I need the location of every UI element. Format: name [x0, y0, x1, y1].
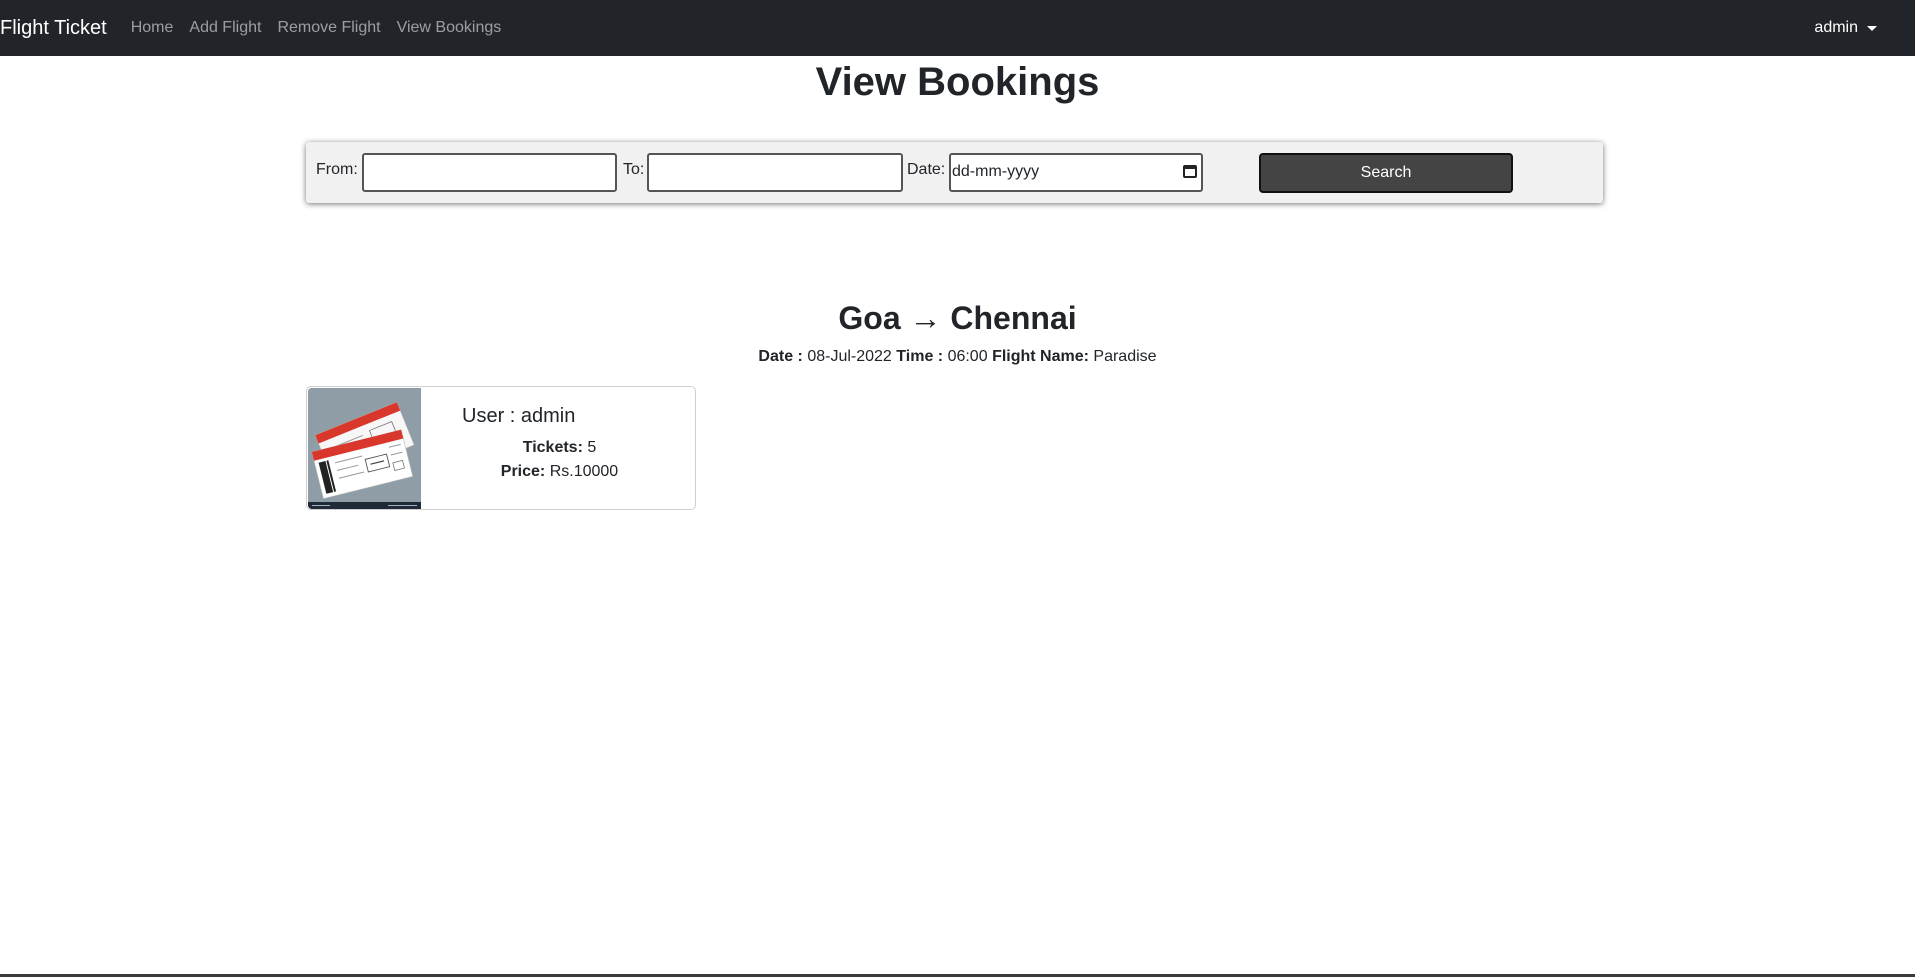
flight-name-label: Flight Name: [992, 348, 1089, 365]
top-navbar: Flight Ticket Home Add Flight Remove Fli… [0, 0, 1915, 56]
nav-link-add-flight[interactable]: Add Flight [189, 19, 261, 37]
booking-user: User : admin [462, 405, 576, 427]
tickets-line: Tickets: 5 [422, 439, 695, 457]
date-label: Date: [907, 161, 946, 178]
caret-down-icon [1867, 25, 1877, 31]
route-title: Goa → Chennai [838, 300, 1077, 336]
nav-link-remove-flight[interactable]: Remove Flight [277, 19, 380, 37]
page-title: View Bookings [815, 60, 1100, 104]
from-input[interactable] [362, 153, 617, 192]
search-panel: From: To: Date: dd-mm-yyyy Search [306, 142, 1603, 203]
from-label: From: [316, 161, 358, 178]
nav-links: Home Add Flight Remove Flight View Booki… [131, 19, 518, 37]
flight-meta: Date : 08-Jul-2022 Time : 06:00 Flight N… [0, 348, 1915, 366]
price-value: Rs.10000 [549, 463, 619, 480]
time-meta-value: 06:00 [947, 348, 988, 365]
date-input[interactable]: dd-mm-yyyy [949, 153, 1203, 192]
user-name: admin [1814, 19, 1858, 36]
ticket-image [308, 388, 421, 509]
date-meta-value: 08-Jul-2022 [807, 348, 892, 365]
price-line: Price: Rs.10000 [422, 463, 695, 481]
flight-name-value: Paradise [1093, 348, 1157, 365]
brand-link[interactable]: Flight Ticket [0, 17, 131, 40]
user-dropdown[interactable]: admin [1814, 0, 1877, 56]
booking-card: User : admin Tickets: 5 Price: Rs.10000 [306, 386, 696, 510]
to-input[interactable] [647, 153, 903, 192]
date-meta-label: Date : [758, 348, 803, 365]
search-button[interactable]: Search [1259, 153, 1513, 193]
tickets-value: 5 [587, 439, 597, 456]
time-meta-label: Time : [896, 348, 944, 365]
to-label: To: [623, 161, 645, 178]
nav-link-view-bookings[interactable]: View Bookings [397, 19, 502, 37]
price-label: Price: [500, 463, 546, 480]
calendar-icon[interactable] [1183, 165, 1197, 178]
tickets-label: Tickets: [522, 439, 583, 456]
nav-link-home[interactable]: Home [131, 19, 174, 37]
date-placeholder: dd-mm-yyyy [952, 163, 1040, 180]
ticket-illustration [308, 388, 421, 509]
